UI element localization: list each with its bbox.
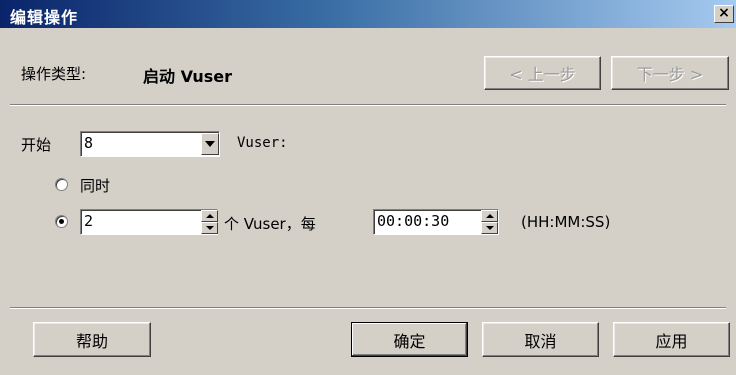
interval-value: 00:00:30 bbox=[377, 212, 450, 230]
simultaneous-radio[interactable] bbox=[55, 178, 68, 191]
dialog-title: 编辑操作 bbox=[10, 8, 79, 27]
edit-action-dialog: 编辑操作 × 操作类型: 启动 Vuser < 上一步 下一步 > 开始 8 V… bbox=[0, 0, 736, 375]
vuser-suffix-label: Vuser: bbox=[237, 135, 288, 151]
header-separator bbox=[10, 104, 726, 106]
apply-button[interactable]: 应用 bbox=[613, 322, 730, 357]
close-icon: × bbox=[718, 5, 730, 21]
arrow-up-icon bbox=[485, 214, 494, 218]
start-count-value: 8 bbox=[84, 134, 94, 152]
footer-separator bbox=[10, 307, 726, 309]
interval-format-label: (HH:MM:SS) bbox=[521, 213, 611, 231]
arrow-down-icon bbox=[485, 226, 494, 230]
next-step-button[interactable]: 下一步 > bbox=[611, 56, 729, 90]
start-count-dropdown-button[interactable] bbox=[201, 133, 219, 155]
title-bar[interactable]: 编辑操作 × bbox=[0, 0, 736, 28]
incremental-radio[interactable] bbox=[55, 215, 68, 228]
prev-step-button[interactable]: < 上一步 bbox=[484, 56, 601, 90]
radio-selected-dot bbox=[59, 219, 64, 224]
help-button[interactable]: 帮助 bbox=[33, 322, 151, 357]
start-count-combo[interactable]: 8 bbox=[80, 131, 220, 157]
operation-type-value: 启动 Vuser bbox=[143, 67, 233, 86]
interval-down-button[interactable] bbox=[481, 222, 498, 234]
vuser-count-input[interactable]: 2 bbox=[80, 209, 218, 235]
cancel-button[interactable]: 取消 bbox=[482, 322, 599, 357]
arrow-down-icon bbox=[205, 226, 214, 230]
start-label: 开始 bbox=[21, 136, 52, 154]
simultaneous-label: 同时 bbox=[80, 177, 111, 195]
vuser-count-value: 2 bbox=[84, 212, 94, 230]
arrow-up-icon bbox=[205, 214, 214, 218]
vuser-count-down-button[interactable] bbox=[201, 222, 218, 234]
per-vuser-label: 个 Vuser，每 bbox=[224, 215, 316, 233]
chevron-down-icon bbox=[205, 141, 215, 147]
vuser-count-up-button[interactable] bbox=[201, 210, 218, 222]
interval-up-button[interactable] bbox=[481, 210, 498, 222]
close-button[interactable]: × bbox=[714, 5, 734, 23]
operation-type-label: 操作类型: bbox=[21, 65, 87, 83]
vuser-count-spinner[interactable] bbox=[201, 210, 218, 234]
interval-spinner[interactable] bbox=[481, 210, 498, 234]
ok-button[interactable]: 确定 bbox=[351, 322, 468, 357]
